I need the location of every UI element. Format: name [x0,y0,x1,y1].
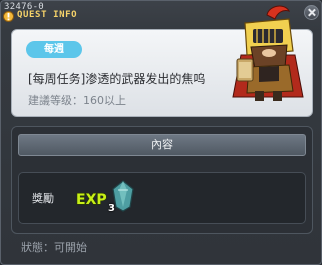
content-tab-button[interactable]: 內容 [18,134,306,156]
npc-knight-portrait [232,5,304,101]
quest-icon [3,11,14,22]
quest-content-panel: 內容 獎勵 EXP 3 [11,126,313,234]
quest-name: [每周任务]渗透的武器发出的焦呜 [28,72,206,86]
reward-box: 獎勵 EXP 3 [18,172,306,224]
item-count: 3 [108,203,115,214]
reward-label: 獎勵 [32,192,54,205]
exp-icon: EXP [75,191,107,208]
quest-status: 狀態：可開始 [21,241,87,254]
weekly-badge: 每週 [26,41,82,58]
recommended-level: 建議等级：160以上 [28,94,126,107]
svg-text:EXP: EXP [76,192,107,208]
quest-info-window: 32476-0 QUEST INFO 每週 [每周任务]渗透的武器发出的焦呜 建… [0,0,322,265]
window-title: QUEST INFO [17,10,78,20]
